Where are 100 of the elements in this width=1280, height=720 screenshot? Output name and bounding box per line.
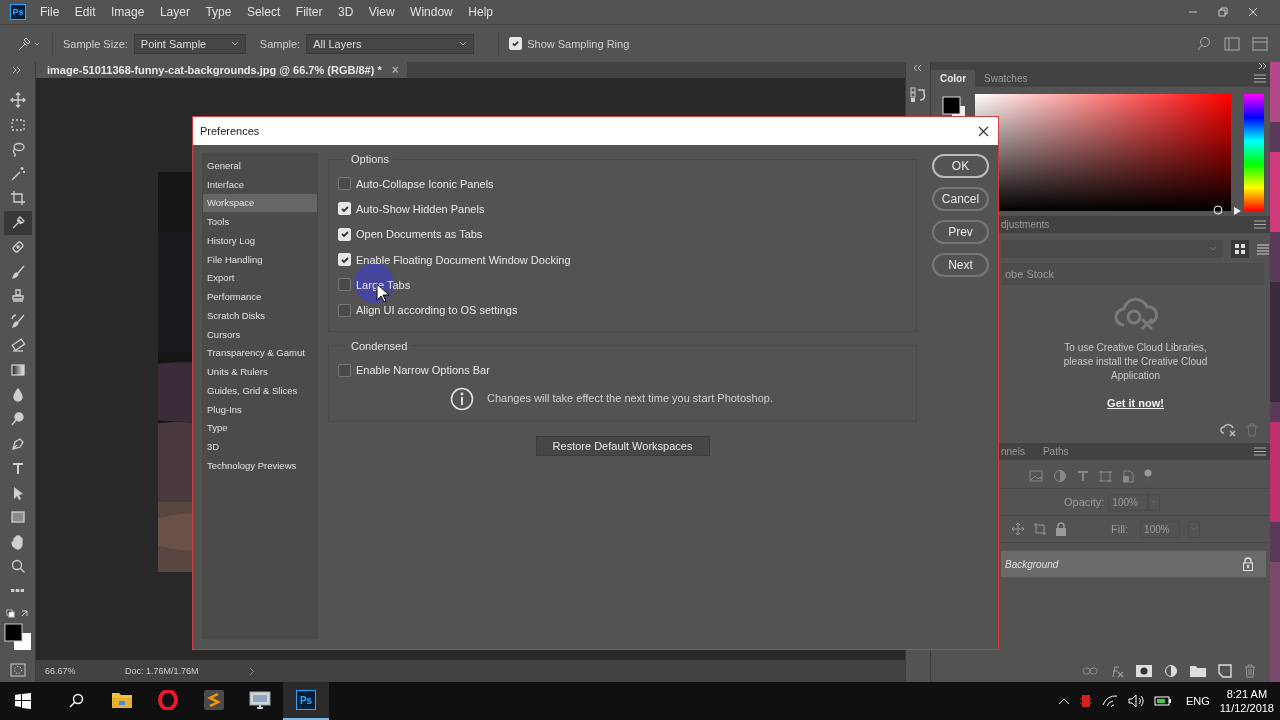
chevron-up-icon[interactable] (1057, 697, 1070, 705)
checkbox[interactable] (338, 177, 351, 191)
category-item[interactable]: General (203, 156, 317, 175)
sample-select[interactable]: All Layers (306, 33, 475, 54)
menu-item[interactable]: File (40, 5, 60, 19)
tab-close[interactable]: × (391, 63, 399, 77)
panel-tab[interactable]: djustments (999, 216, 1059, 233)
menu-item[interactable]: Help (468, 5, 493, 19)
history-brush-icon (9, 312, 26, 329)
color-swatches-icon[interactable] (3, 623, 32, 652)
mask-icon[interactable] (1136, 665, 1152, 677)
dialog-button[interactable]: OK (932, 154, 989, 178)
category-item[interactable]: Cursors (203, 324, 317, 344)
restore-icon[interactable] (1218, 7, 1228, 17)
grid-view-icon[interactable] (1231, 240, 1249, 258)
tool-button[interactable] (3, 210, 32, 235)
folder-icon[interactable] (1190, 665, 1206, 677)
checkmark-icon (339, 203, 350, 214)
checkbox-label[interactable]: Open Documents as Tabs (356, 228, 483, 241)
category-item[interactable]: Export (203, 268, 317, 288)
trash-icon[interactable] (1244, 664, 1256, 678)
restore-button[interactable]: Restore Default Workspaces (535, 436, 710, 457)
category-item[interactable]: Interface (203, 174, 317, 194)
category-item[interactable]: 3D (203, 437, 317, 456)
category-item[interactable]: Performance (203, 287, 317, 306)
move-icon (9, 92, 26, 108)
checkbox-label[interactable]: Large Tabs (356, 278, 411, 291)
panel-tab[interactable]: Swatches (975, 70, 1037, 87)
lock-icon[interactable] (1242, 557, 1254, 571)
menu-item[interactable]: Filter (295, 5, 323, 19)
document-tab[interactable]: image-51011368-funny-cat-backgrounds.jpg @ 66.7% (RGB/8#) * × (36, 62, 407, 78)
menu-item[interactable]: Select (246, 5, 281, 19)
category-item[interactable]: Scratch Disks (203, 306, 317, 325)
clock-time[interactable]: 8:21 AM (1226, 687, 1268, 701)
menu-item[interactable]: Layer (159, 5, 190, 19)
wand-icon (9, 165, 26, 182)
expand-icon[interactable] (12, 66, 22, 74)
battery-icon[interactable] (1153, 696, 1172, 706)
category-item[interactable]: Guides, Grid & Slices (203, 381, 317, 400)
panel-tab[interactable]: Color (931, 70, 976, 87)
menu-icon[interactable] (1254, 220, 1266, 229)
wifi-icon[interactable] (1101, 695, 1118, 707)
dialog-button[interactable]: Cancel (932, 187, 989, 211)
checkbox-label[interactable]: Enable Narrow Options Bar (356, 364, 490, 377)
color-picker-ring[interactable] (1213, 205, 1223, 215)
panel-tab[interactable]: nnels (999, 443, 1034, 460)
category-item[interactable]: Workspace (203, 193, 317, 213)
chevron-icon[interactable] (249, 666, 255, 676)
category-item[interactable]: Units & Rulers (203, 362, 317, 381)
checkbox-label[interactable]: Auto-Collapse Iconic Panels (356, 177, 494, 190)
dialog-button[interactable]: Prev (932, 220, 989, 244)
category-item[interactable]: Tools (203, 212, 317, 231)
checkbox-label[interactable]: Align UI according to OS settings (356, 304, 518, 317)
menu-item[interactable]: 3D (337, 5, 354, 19)
panel-tab[interactable]: Paths (1033, 443, 1078, 460)
more-icon (11, 589, 24, 593)
effects-icon[interactable] (1110, 664, 1124, 678)
layer-row[interactable]: Background (1001, 551, 1266, 577)
category-item[interactable]: Plug-Ins (203, 399, 317, 419)
menu-item[interactable]: Type (205, 5, 232, 19)
menu-item[interactable]: View (368, 5, 395, 19)
start-icon[interactable] (15, 693, 31, 709)
expand-icon[interactable] (1258, 62, 1268, 70)
menu-item[interactable]: Image (111, 5, 145, 19)
language-indicator[interactable]: ENG (1185, 695, 1210, 707)
dialog-button[interactable]: Next (932, 253, 989, 277)
list-view-icon[interactable] (1257, 243, 1269, 255)
close-icon[interactable] (978, 125, 989, 137)
speaker-icon[interactable] (1127, 694, 1144, 708)
collapse-icon[interactable] (913, 64, 923, 72)
history-icon[interactable] (909, 86, 927, 104)
checkbox-label[interactable]: Enable Floating Document Window Docking (356, 253, 571, 266)
checkbox[interactable] (338, 363, 351, 377)
checkbox[interactable] (338, 278, 351, 292)
menu-icon[interactable] (1254, 74, 1266, 83)
sample-size-select[interactable]: Point Sample (133, 33, 246, 54)
category-item[interactable]: File Handling (203, 249, 317, 269)
lock-icon[interactable] (1055, 522, 1067, 536)
checkbox[interactable] (338, 303, 351, 317)
adjustment-layer-icon[interactable] (1164, 664, 1178, 678)
menu-item[interactable]: Window (410, 5, 453, 19)
workspace-icon[interactable] (1224, 36, 1240, 51)
slider-thumb[interactable] (1234, 207, 1241, 215)
taskbar-app[interactable]: Ps (283, 682, 329, 720)
shield-icon[interactable] (1079, 694, 1092, 708)
menu-icon[interactable] (1254, 447, 1266, 456)
quick-mask-icon[interactable] (9, 663, 26, 678)
get-it-now-link[interactable]: Get it now! (1107, 397, 1164, 409)
cloud-off-icon[interactable] (1220, 423, 1236, 437)
new-layer-icon[interactable] (1218, 664, 1232, 678)
category-item[interactable]: Type (203, 418, 317, 438)
move-icon[interactable] (1011, 522, 1025, 536)
search-icon[interactable] (68, 693, 84, 709)
category-item[interactable]: Technology Previews (203, 456, 317, 475)
category-item[interactable]: Transparency & Gamut (203, 343, 317, 363)
checkbox-label[interactable]: Auto-Show Hidden Panels (356, 202, 485, 215)
category-item[interactable]: History Log (203, 231, 317, 250)
share-icon[interactable] (1252, 36, 1268, 51)
clock-date[interactable]: 11/12/2018 (1219, 701, 1274, 715)
menu-item[interactable]: Edit (74, 5, 96, 19)
